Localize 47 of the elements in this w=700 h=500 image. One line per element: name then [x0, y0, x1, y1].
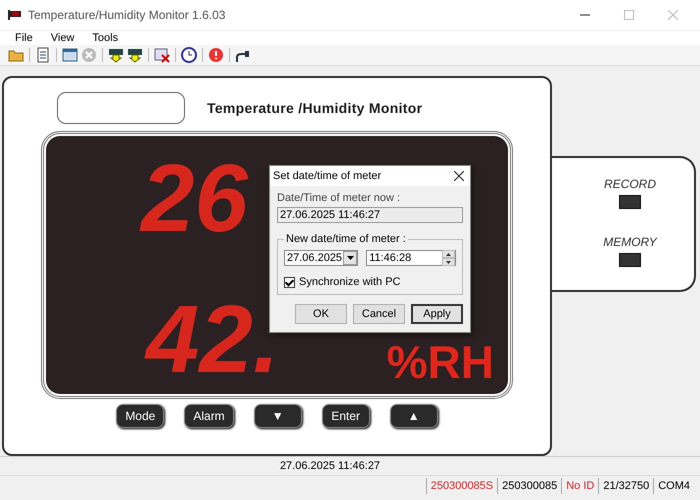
indicator-label: RECORD — [604, 177, 656, 191]
humidity-reading: 42. — [146, 292, 280, 388]
close-icon[interactable] — [454, 171, 464, 181]
indicator-label: MEMORY — [603, 235, 657, 249]
delete-table-icon[interactable] — [154, 47, 170, 63]
indicator-light — [619, 253, 641, 267]
device-button[interactable]: Enter — [322, 404, 370, 428]
status-pane: 250300085 — [497, 478, 562, 494]
spin-control[interactable] — [442, 250, 455, 266]
download-icon[interactable] — [127, 47, 143, 63]
status-pane: 21/32750 — [598, 478, 654, 494]
dialog-title: Set date/time of meter — [273, 170, 382, 182]
dropdown-icon[interactable] — [343, 251, 358, 265]
window-icon[interactable] — [62, 47, 78, 63]
device-title: Temperature /Humidity Monitor — [207, 100, 422, 116]
field-label: Date/Time of meter now : — [277, 192, 402, 204]
menu-item[interactable]: Tools — [83, 32, 128, 44]
date-picker[interactable]: 27.06.2025 — [284, 250, 358, 266]
down-arrow-icon[interactable] — [446, 260, 451, 264]
checkbox[interactable] — [284, 276, 295, 288]
status-pane: COM4 — [653, 478, 694, 494]
temperature-reading: 26 — [141, 151, 248, 247]
alert-icon[interactable] — [208, 47, 224, 63]
device-button[interactable]: ▼ — [254, 404, 302, 428]
menu-item[interactable]: File — [6, 32, 42, 44]
device-button[interactable]: Alarm — [184, 404, 234, 428]
dialog-button[interactable]: Cancel — [353, 304, 405, 324]
device-button[interactable]: Mode — [116, 404, 164, 428]
current-datetime-field: 27.06.2025 11:46:27 — [277, 207, 463, 223]
window-title: Temperature/Humidity Monitor 1.6.03 — [28, 8, 226, 22]
up-arrow-icon[interactable] — [446, 252, 451, 256]
device-button[interactable]: ▲ — [390, 404, 438, 428]
status-pane: 250300085S — [426, 478, 498, 494]
checkbox-label: Synchronize with PC — [299, 276, 400, 288]
document-icon[interactable] — [35, 47, 51, 63]
status-datetime: 27.06.2025 11:46:27 — [280, 460, 380, 472]
menu-item[interactable]: View — [42, 32, 84, 44]
dialog-button[interactable]: Apply — [411, 304, 463, 324]
flag-icon — [8, 10, 22, 20]
group-label: New date/time of meter : — [284, 233, 408, 245]
download-icon[interactable] — [108, 47, 124, 63]
status-pane: No ID — [561, 478, 598, 494]
clock-icon[interactable] — [181, 47, 197, 63]
indicator-light — [618, 195, 641, 209]
dialog-button[interactable]: OK — [295, 304, 347, 324]
humidity-unit: %RH — [386, 337, 494, 388]
time-field[interactable]: 11:46:28 — [366, 250, 456, 266]
